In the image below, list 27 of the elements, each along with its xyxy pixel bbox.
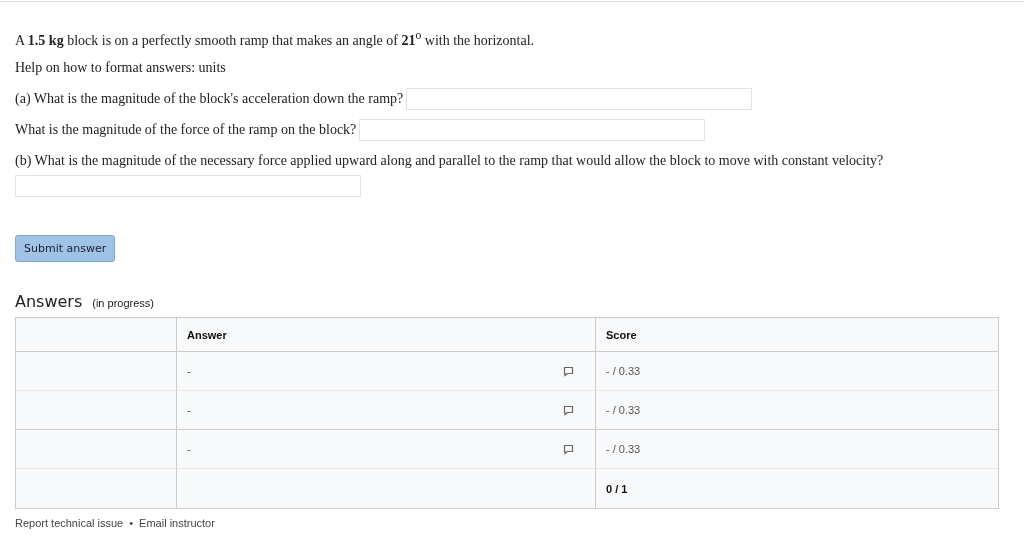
question-text: What is the magnitude of the force of the ramp on the block? [15,121,357,138]
answer-value: - [187,365,191,377]
answers-heading: Answers [15,292,83,311]
answer-field[interactable] [406,87,753,110]
progress-status: (in progress) [92,297,154,309]
question-text: (a) What is the magnitude of the block's acceleration down the ramp? [15,90,404,107]
score-value: - / 0.33 [606,404,641,416]
email-instructor-link[interactable]: Email instructor [139,517,215,529]
question-text: (b) What is the magnitude of the necessary force applied upward along and parallel to the ramp that would allow the block to move with constant velocity? [15,152,884,169]
answer-field[interactable] [15,175,361,197]
answer-value: - [187,443,191,455]
speech-bubble-icon[interactable] [563,404,575,416]
column-header: Answer [187,328,227,341]
report-issue-link[interactable]: Report technical issue [15,517,124,529]
score-value: - / 0.33 [606,365,641,377]
separator-dot: • [129,517,134,529]
total-score: 0 / 1 [606,482,628,495]
submit-button[interactable]: Submit answer [15,235,116,262]
answer-field[interactable] [359,118,706,141]
help-text: Help on how to format answers: [15,59,196,76]
speech-bubble-icon[interactable] [563,365,575,377]
column-header: Score [606,328,637,341]
answer-value: - [187,404,191,416]
units-link[interactable]: units [195,59,226,76]
speech-bubble-icon[interactable] [563,443,575,455]
problem-statement: A 1.5 kg block is on a perfectly smooth ramp that makes an angle of 21$^{o}$ with the horizontal. [15,28,535,49]
score-value: - / 0.33 [606,443,641,455]
